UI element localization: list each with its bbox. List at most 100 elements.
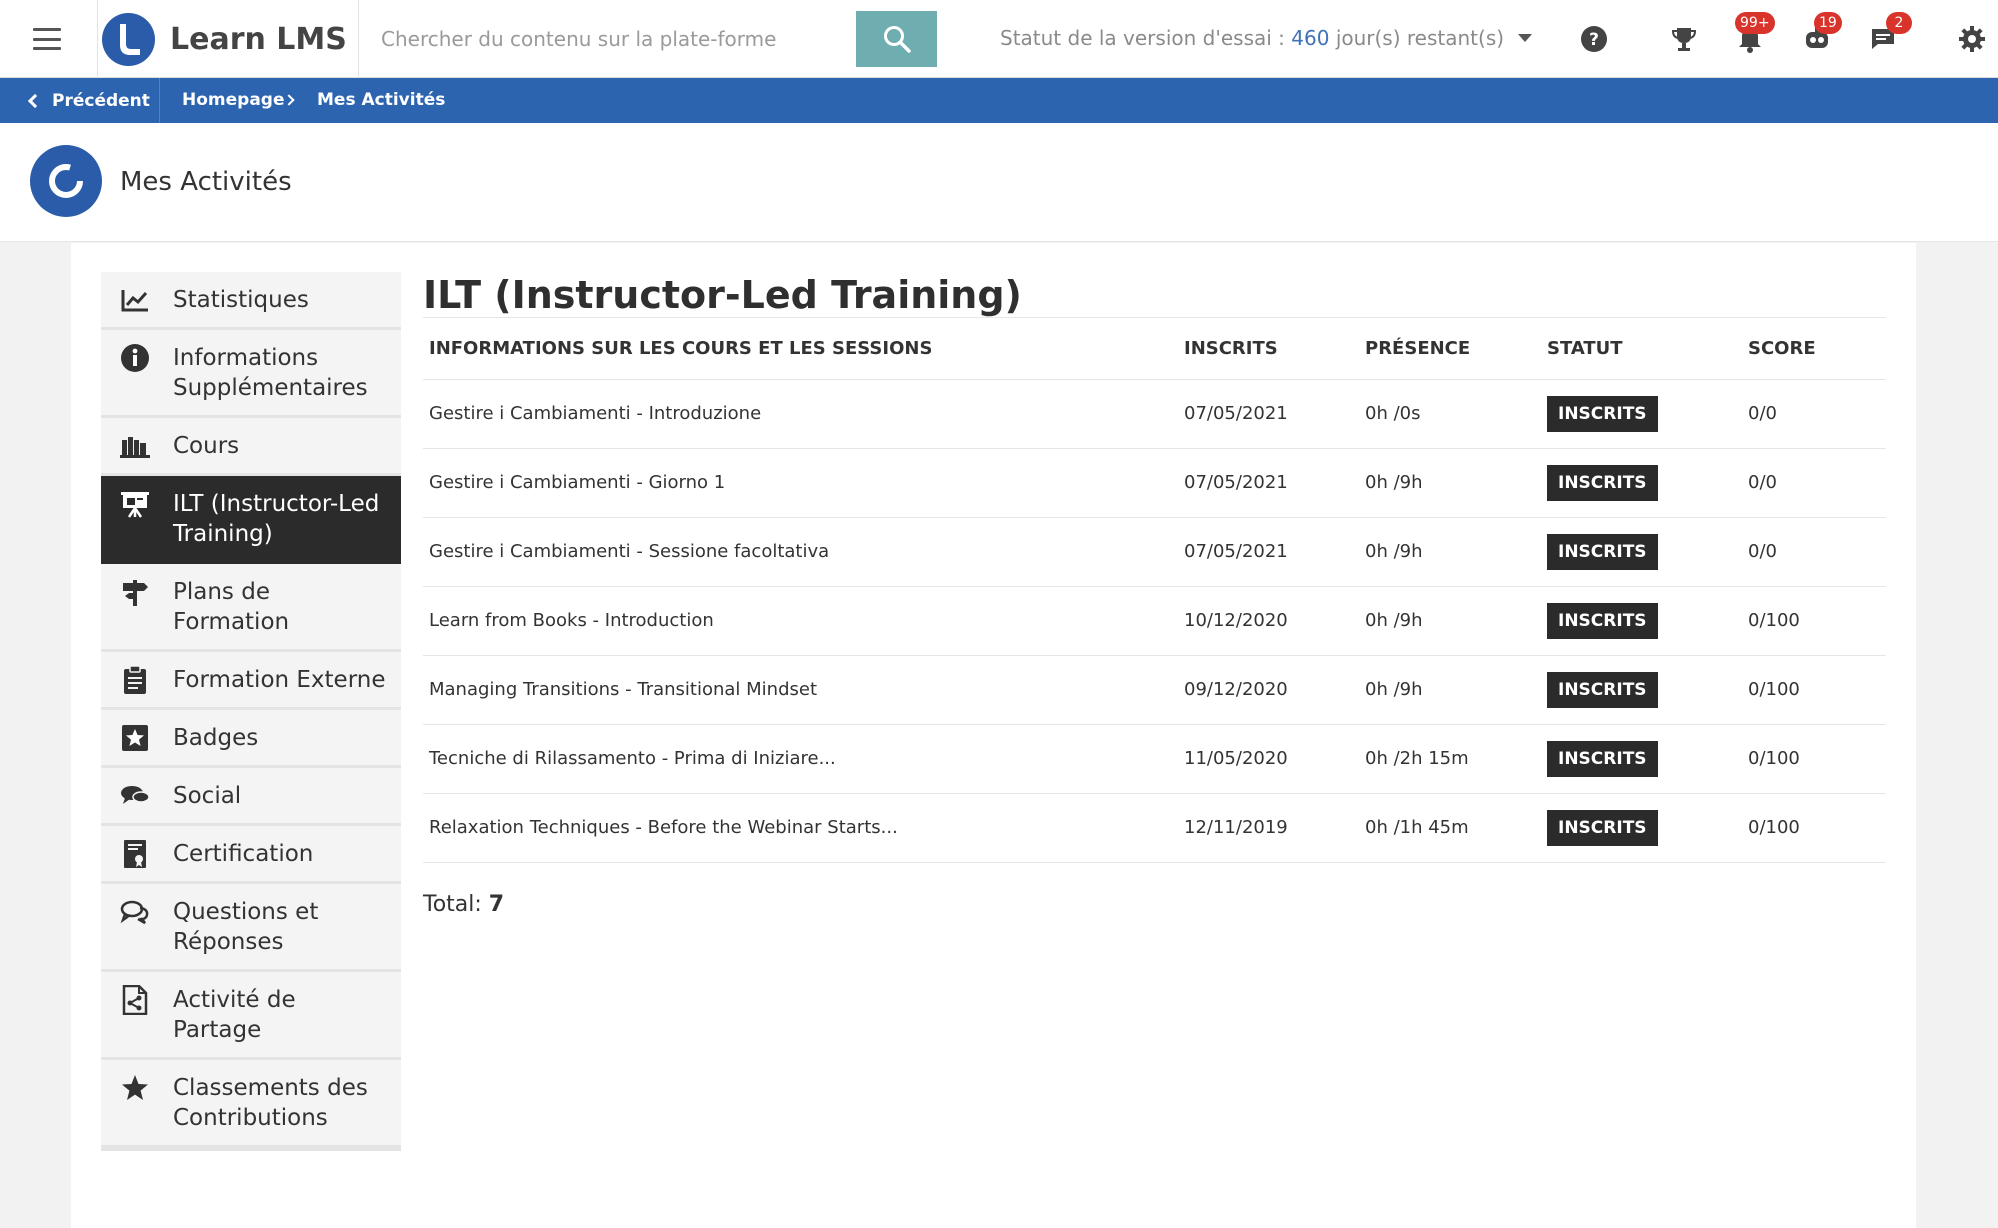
enrolled-date: 07/05/2021 xyxy=(1184,403,1288,424)
score-value: 0/100 xyxy=(1748,817,1800,838)
breadcrumb-current: Mes Activités xyxy=(317,90,446,110)
search-button[interactable] xyxy=(856,11,937,67)
brand[interactable]: Learn LMS xyxy=(97,0,359,78)
trial-status-dropdown[interactable]: Statut de la version d'essai : 460 jour(… xyxy=(1000,26,1533,50)
section-title: ILT (Instructor-Led Training) xyxy=(423,273,1022,317)
presence-value: 0h /0s xyxy=(1365,403,1421,424)
score-value: 0/0 xyxy=(1748,472,1777,493)
back-button[interactable]: Précédent xyxy=(0,78,160,123)
table-header: INFORMATIONS SUR LES COURS ET LES SESSIO… xyxy=(423,318,1886,380)
table-row[interactable]: Tecniche di Rilassamento - Prima di Iniz… xyxy=(423,725,1886,794)
presence-value: 0h /9h xyxy=(1365,610,1423,631)
sidebar-item-label: Badges xyxy=(173,725,259,751)
sidebar-item-label: Formation Externe xyxy=(173,667,386,693)
chevron-right-icon xyxy=(283,94,295,106)
table-row[interactable]: Gestire i Cambiamenti - Sessione facolta… xyxy=(423,518,1886,587)
sidebar-item-label: Activité de Partage xyxy=(173,987,296,1043)
info-icon xyxy=(119,343,151,373)
sidebar-item-informations[interactable]: Informations Supplémentaires xyxy=(101,330,401,418)
column-header-score[interactable]: SCORE xyxy=(1748,338,1816,359)
score-value: 0/0 xyxy=(1748,541,1777,562)
course-name[interactable]: Gestire i Cambiamenti - Giorno 1 xyxy=(429,472,725,493)
column-header-enrolled[interactable]: INSCRITS xyxy=(1184,338,1278,359)
sidebar-item-ilt[interactable]: ILT (Instructor-Led Training) xyxy=(101,476,401,564)
table-row[interactable]: Gestire i Cambiamenti - Giorno 1 07/05/2… xyxy=(423,449,1886,518)
enrolled-date: 09/12/2020 xyxy=(1184,679,1288,700)
trial-suffix: jour(s) restant(s) xyxy=(1335,26,1505,50)
books-icon xyxy=(119,431,151,461)
speech-bubbles-icon xyxy=(119,781,151,811)
column-header-status[interactable]: STATUT xyxy=(1547,338,1623,359)
enrolled-date: 07/05/2021 xyxy=(1184,472,1288,493)
status-badge: INSCRITS xyxy=(1547,534,1658,570)
brand-name: Learn LMS xyxy=(170,21,347,57)
sidebar-item-label: ILT (Instructor-Led Training) xyxy=(173,491,380,547)
course-name[interactable]: Tecniche di Rilassamento - Prima di Iniz… xyxy=(429,748,836,769)
trophy-icon[interactable] xyxy=(1667,22,1701,56)
chart-line-icon xyxy=(119,285,151,315)
sidebar-item-label: Questions et Réponses xyxy=(173,899,319,955)
gear-icon[interactable] xyxy=(1955,22,1989,56)
sidebar-item-questions[interactable]: Questions et Réponses xyxy=(101,884,401,972)
activity-sidebar: Statistiques Informations Supplémentaire… xyxy=(101,272,401,1151)
breadcrumb: Précédent Homepage Mes Activités xyxy=(0,78,1998,123)
robot-icon[interactable]: 19 xyxy=(1800,12,1842,56)
sidebar-item-plans[interactable]: Plans de Formation xyxy=(101,564,401,652)
table-row[interactable]: Relaxation Techniques - Before the Webin… xyxy=(423,794,1886,863)
course-name[interactable]: Managing Transitions - Transitional Mind… xyxy=(429,679,817,700)
status-badge: INSCRITS xyxy=(1547,465,1658,501)
sidebar-item-badges[interactable]: Badges xyxy=(101,710,401,768)
enrolled-date: 12/11/2019 xyxy=(1184,817,1288,838)
page-title: Mes Activités xyxy=(120,167,292,197)
column-header-presence[interactable]: PRÉSENCE xyxy=(1365,338,1470,359)
score-value: 0/100 xyxy=(1748,610,1800,631)
sidebar-item-statistiques[interactable]: Statistiques xyxy=(101,272,401,330)
table-row[interactable]: Managing Transitions - Transitional Mind… xyxy=(423,656,1886,725)
presence-value: 0h /9h xyxy=(1365,679,1423,700)
presence-value: 0h /9h xyxy=(1365,472,1423,493)
status-badge: INSCRITS xyxy=(1547,603,1658,639)
ilt-table: INFORMATIONS SUR LES COURS ET LES SESSIO… xyxy=(423,317,1886,863)
course-name[interactable]: Learn from Books - Introduction xyxy=(429,610,714,631)
share-document-icon xyxy=(119,985,151,1015)
sidebar-item-label: Statistiques xyxy=(173,287,309,313)
enrolled-date: 10/12/2020 xyxy=(1184,610,1288,631)
status-badge: INSCRITS xyxy=(1547,810,1658,846)
trial-prefix: Statut de la version d'essai : xyxy=(1000,26,1285,50)
search-icon xyxy=(883,26,911,53)
sidebar-item-formation-externe[interactable]: Formation Externe xyxy=(101,652,401,710)
sidebar-item-label: Informations Supplémentaires xyxy=(173,345,368,401)
sidebar-item-label: Certification xyxy=(173,841,314,867)
sidebar-item-partage[interactable]: Activité de Partage xyxy=(101,972,401,1060)
menu-icon[interactable] xyxy=(25,23,69,55)
chat-badge: 2 xyxy=(1886,12,1912,34)
breadcrumb-home-link[interactable]: Homepage xyxy=(182,90,285,110)
course-name[interactable]: Gestire i Cambiamenti - Introduzione xyxy=(429,403,761,424)
score-value: 0/100 xyxy=(1748,748,1800,769)
sidebar-item-social[interactable]: Social xyxy=(101,768,401,826)
bell-badge: 99+ xyxy=(1735,12,1775,34)
help-icon[interactable]: ? xyxy=(1577,22,1611,56)
sidebar-item-label: Classements des Contributions xyxy=(173,1075,368,1131)
column-header-course[interactable]: INFORMATIONS SUR LES COURS ET LES SESSIO… xyxy=(429,338,932,359)
logo-icon xyxy=(102,12,155,66)
course-name[interactable]: Relaxation Techniques - Before the Webin… xyxy=(429,817,898,838)
status-badge: INSCRITS xyxy=(1547,396,1658,432)
course-name[interactable]: Gestire i Cambiamenti - Sessione facolta… xyxy=(429,541,829,562)
enrolled-date: 07/05/2021 xyxy=(1184,541,1288,562)
signpost-icon xyxy=(119,577,151,607)
chat-icon[interactable]: 2 xyxy=(1866,12,1912,56)
bell-icon[interactable]: 99+ xyxy=(1733,12,1775,56)
table-row[interactable]: Gestire i Cambiamenti - Introduzione 07/… xyxy=(423,380,1886,449)
activity-ring-icon xyxy=(30,145,102,217)
total-label: Total: xyxy=(423,892,482,917)
sidebar-item-classements[interactable]: Classements des Contributions xyxy=(101,1060,401,1148)
total-value: 7 xyxy=(488,892,505,917)
sidebar-item-cours[interactable]: Cours xyxy=(101,418,401,476)
page-header: Mes Activités xyxy=(0,123,1998,242)
sidebar-item-certification[interactable]: Certification xyxy=(101,826,401,884)
sidebar-item-label: Plans de Formation xyxy=(173,579,290,635)
search-input[interactable] xyxy=(359,11,856,67)
table-row[interactable]: Learn from Books - Introduction 10/12/20… xyxy=(423,587,1886,656)
top-bar: Learn LMS Statut de la version d'essai :… xyxy=(0,0,1998,78)
